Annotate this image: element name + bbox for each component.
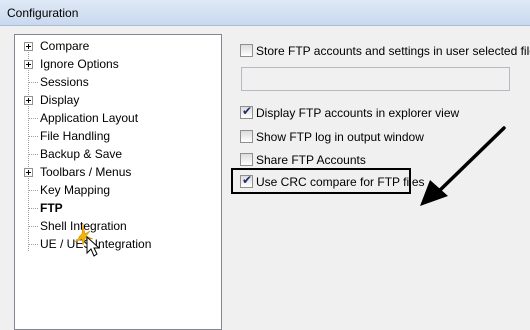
annotation-arrow-icon [420,126,506,206]
dialog-body: Compare Ignore Options Sessions Display … [0,26,530,330]
expand-icon[interactable] [24,96,33,105]
store-accounts-checkbox[interactable] [240,44,253,57]
expand-icon[interactable] [24,42,33,51]
tree-item-ignore-options[interactable]: Ignore Options [15,55,215,73]
tree-item-ue-ues-integration[interactable]: UE / UES Integration [15,235,215,253]
tree-item-display[interactable]: Display [15,91,215,109]
tree-item-label: FTP [40,201,63,215]
share-accounts-checkbox[interactable] [240,153,253,166]
tree-item-label: File Handling [40,129,111,143]
tree-item-key-mapping[interactable]: Key Mapping [15,181,215,199]
title-bar: Configuration [0,0,530,26]
crc-compare-checkbox[interactable] [240,173,253,188]
tree-item-compare[interactable]: Compare [15,37,215,55]
expand-icon[interactable] [24,60,33,69]
tree-item-label: Sessions [40,75,89,89]
crc-compare-label: Use CRC compare for FTP files [256,175,425,189]
expand-icon[interactable] [24,168,33,177]
tree-connector [29,208,38,209]
tree-item-label: Application Layout [40,111,139,125]
tree-connector [29,244,38,245]
tree-item-label: Key Mapping [40,183,111,197]
tree-item-toolbars-menus[interactable]: Toolbars / Menus [15,163,215,181]
mouse-pointer-icon [74,223,101,257]
tree-item-backup-save[interactable]: Backup & Save [15,145,215,163]
tree-connector [29,154,38,155]
tree-item-shell-integration[interactable]: Shell Integration [15,217,215,235]
show-log-checkbox[interactable] [240,130,253,143]
store-accounts-label: Store FTP accounts and settings in user … [256,44,530,58]
display-accounts-label: Display FTP accounts in explorer view [256,106,460,120]
share-accounts-label: Share FTP Accounts [256,153,366,167]
tree-item-label: Compare [40,39,90,53]
tree-item-ftp[interactable]: FTP [15,199,215,217]
ftp-options-panel: Store FTP accounts and settings in user … [230,34,530,330]
tree-item-label: Backup & Save [40,147,123,161]
tree-item-file-handling[interactable]: File Handling [15,127,215,145]
tree-connector [29,226,38,227]
tree-item-label: Toolbars / Menus [40,165,132,179]
window-title: Configuration [7,6,79,20]
display-accounts-checkbox[interactable] [240,104,253,119]
tree-connector [29,118,38,119]
tree-item-application-layout[interactable]: Application Layout [15,109,215,127]
tree-connector [29,136,38,137]
tree-connector [29,82,38,83]
settings-tree[interactable]: Compare Ignore Options Sessions Display … [14,34,222,330]
tree-item-label: Ignore Options [40,57,119,71]
tree-item-label: Display [40,93,80,107]
tree-item-sessions[interactable]: Sessions [15,73,215,91]
accounts-file-path-field[interactable] [241,67,510,91]
show-log-label: Show FTP log in output window [256,130,424,144]
tree-connector [29,190,38,191]
